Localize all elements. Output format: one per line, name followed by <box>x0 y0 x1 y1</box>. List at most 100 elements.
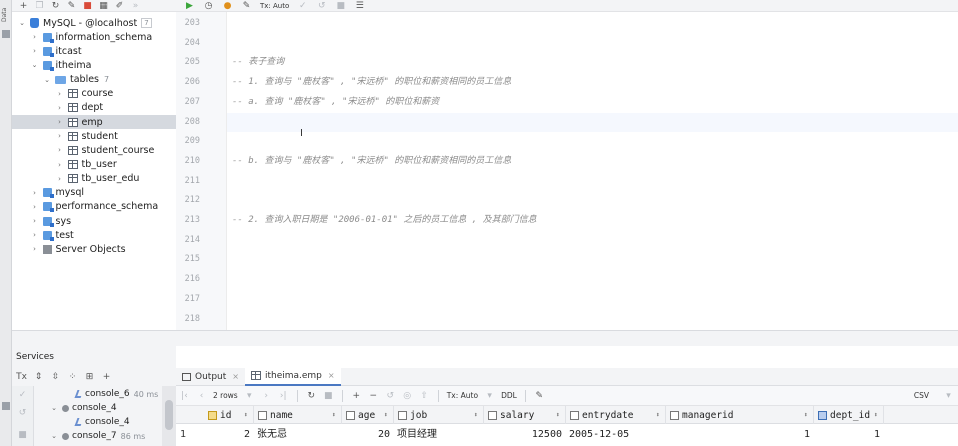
tree-item-information-schema[interactable]: › information_schema <box>12 30 176 44</box>
code-line[interactable] <box>227 191 958 211</box>
strip-square-icon[interactable] <box>2 402 10 410</box>
service-item-console-4[interactable]: ⌄ console_4 <box>50 401 117 415</box>
pin-icon[interactable]: ✎ <box>534 391 545 401</box>
chevron-right-icon[interactable]: › <box>56 90 64 98</box>
service-item-console-4[interactable]: console_4 <box>74 415 130 429</box>
revert-icon[interactable]: ↺ <box>385 391 396 401</box>
rows-count-select[interactable]: 2 rows <box>213 391 238 400</box>
cell-job[interactable]: 项目经理 <box>394 424 484 446</box>
chevron-right-icon[interactable]: › <box>31 47 39 55</box>
chevron-down-icon[interactable]: ⌄ <box>50 432 58 440</box>
chevron-right-icon[interactable]: › <box>56 175 64 183</box>
dropdown-chevron-icon[interactable]: ▾ <box>244 391 255 401</box>
chevron-right-icon[interactable]: › <box>56 104 64 112</box>
database-tool-strip[interactable]: Data <box>0 0 12 446</box>
cell-age[interactable]: 20 <box>342 424 394 446</box>
tree-item-performance-schema[interactable]: › performance_schema <box>12 200 176 214</box>
last-page-icon[interactable]: ›| <box>278 391 289 401</box>
stop-square-icon[interactable]: ■ <box>17 430 28 440</box>
close-icon[interactable]: × <box>328 371 335 380</box>
code-line[interactable]: -- b. 查询与 "鹿杖客" , "宋远桥" 的职位和薪资相同的员工信息 <box>227 152 958 172</box>
tree-item-mysql-localhost[interactable]: ⌄ MySQL - @localhost 7 <box>12 16 176 30</box>
table-icon[interactable]: ▦ <box>98 1 109 11</box>
table-row[interactable]: 1 2 张无忌 20 项目经理 12500 2005-12-05 1 1 <box>176 424 958 446</box>
settings-wrench-icon[interactable]: ✎ <box>241 1 252 11</box>
column-header-entrydate[interactable]: entrydate ⬍ <box>566 406 666 424</box>
cell-name[interactable]: 张无忌 <box>254 424 342 446</box>
add-row-icon[interactable]: + <box>351 391 362 401</box>
previous-page-icon[interactable]: ‹ <box>196 391 207 401</box>
column-header-name[interactable]: name ⬍ <box>254 406 342 424</box>
sort-icon[interactable]: ⬍ <box>244 411 248 419</box>
tree-item-mysql[interactable]: › mysql <box>12 186 176 200</box>
tab-output[interactable]: Output × <box>176 368 245 386</box>
history-icon[interactable]: ◷ <box>203 1 214 11</box>
column-header-salary[interactable]: salary ⬍ <box>484 406 566 424</box>
service-item-console-6[interactable]: console_6 40 ms <box>74 387 158 401</box>
chevron-down-icon[interactable]: ⌄ <box>43 76 51 84</box>
console-list-icon[interactable]: ☰ <box>354 1 365 11</box>
check-icon[interactable]: ✓ <box>17 390 28 400</box>
code-line[interactable] <box>227 250 958 270</box>
strip-square-icon[interactable] <box>2 30 10 38</box>
group-icon[interactable]: ⁘ <box>67 372 78 382</box>
code-line[interactable] <box>227 34 958 54</box>
code-line[interactable] <box>227 310 958 330</box>
reload-icon[interactable]: ↻ <box>306 391 317 401</box>
sort-icon[interactable]: ⬍ <box>556 411 560 419</box>
refresh-icon[interactable]: ↻ <box>50 1 61 11</box>
services-scrollbar[interactable] <box>162 386 176 446</box>
chevron-right-icon[interactable]: › <box>56 146 64 154</box>
stop-icon[interactable]: ■ <box>82 1 93 11</box>
next-page-icon[interactable]: › <box>261 391 272 401</box>
sql-editor[interactable]: -- 2. 查询入职日期是 "2006-01-01" 之后的员工信息 , 及其部… <box>227 12 958 330</box>
code-line[interactable] <box>227 270 958 290</box>
cancel-icon[interactable]: ■ <box>335 1 346 11</box>
tree-item-tb-user-edu[interactable]: › tb_user_edu <box>12 172 176 186</box>
code-line[interactable] <box>227 231 958 251</box>
chevron-right-icon[interactable]: › <box>31 231 39 239</box>
tree-item-server-objects[interactable]: › Server Objects <box>12 242 176 256</box>
export-format-select[interactable]: CSV <box>914 391 937 400</box>
edit-icon[interactable]: ✐ <box>114 1 125 11</box>
add-service-icon[interactable]: + <box>101 372 112 382</box>
tree-item-tb-user[interactable]: › tb_user <box>12 158 176 172</box>
chevron-down-icon[interactable]: ⌄ <box>18 19 26 27</box>
add-icon[interactable]: + <box>18 1 29 11</box>
cell-dept-id[interactable]: 1 <box>814 424 884 446</box>
sort-icon[interactable]: ⬍ <box>804 411 808 419</box>
chevron-right-icon[interactable]: › <box>56 161 64 169</box>
tree-item-dept[interactable]: › dept <box>12 101 176 115</box>
properties-icon[interactable]: ✎ <box>66 1 77 11</box>
execute-icon[interactable]: ▶ <box>184 1 195 11</box>
code-line[interactable]: -- 表子查询 <box>227 53 958 73</box>
dropdown-chevron-icon[interactable]: ▾ <box>484 391 495 401</box>
sort-icon[interactable]: ⬍ <box>874 411 878 419</box>
scrollbar-thumb[interactable] <box>165 400 173 430</box>
column-header-managerid[interactable]: managerid ⬍ <box>666 406 814 424</box>
column-header-id[interactable]: id ⬍ <box>190 406 254 424</box>
column-header-age[interactable]: age ⬍ <box>342 406 394 424</box>
cell-managerid[interactable]: 1 <box>666 424 814 446</box>
chevron-right-icon[interactable]: › <box>56 118 64 126</box>
collapse-all-icon[interactable]: ⇳ <box>50 372 61 382</box>
cell-entrydate[interactable]: 2005-12-05 <box>566 424 666 446</box>
tree-item-course[interactable]: › course <box>12 87 176 101</box>
service-item-console-7[interactable]: ⌄ console_7 86 ms <box>50 429 145 443</box>
rollback-icon[interactable]: ↺ <box>316 1 327 11</box>
filter-icon[interactable]: ⊞ <box>84 372 95 382</box>
delete-row-icon[interactable]: − <box>368 391 379 401</box>
explain-plan-icon[interactable]: ● <box>222 1 233 11</box>
chevron-right-icon[interactable]: › <box>31 245 39 253</box>
chevron-right-icon[interactable]: › <box>31 189 39 197</box>
sort-icon[interactable]: ⬍ <box>474 411 478 419</box>
preview-icon[interactable]: ◎ <box>402 391 413 401</box>
tree-item-test[interactable]: › test <box>12 228 176 242</box>
column-header-job[interactable]: job ⬍ <box>394 406 484 424</box>
chevron-down-icon[interactable]: ⌄ <box>31 61 39 69</box>
tab-itheima-emp[interactable]: itheima.emp × <box>244 367 341 386</box>
chevron-down-icon[interactable]: ⌄ <box>50 404 58 412</box>
column-header-dept-id[interactable]: dept_id ⬍ <box>814 406 884 424</box>
tree-item-itcast[interactable]: › itcast <box>12 44 176 58</box>
code-line[interactable]: -- a. 查询 "鹿杖客" , "宋远桥" 的职位和薪资 <box>227 93 958 113</box>
